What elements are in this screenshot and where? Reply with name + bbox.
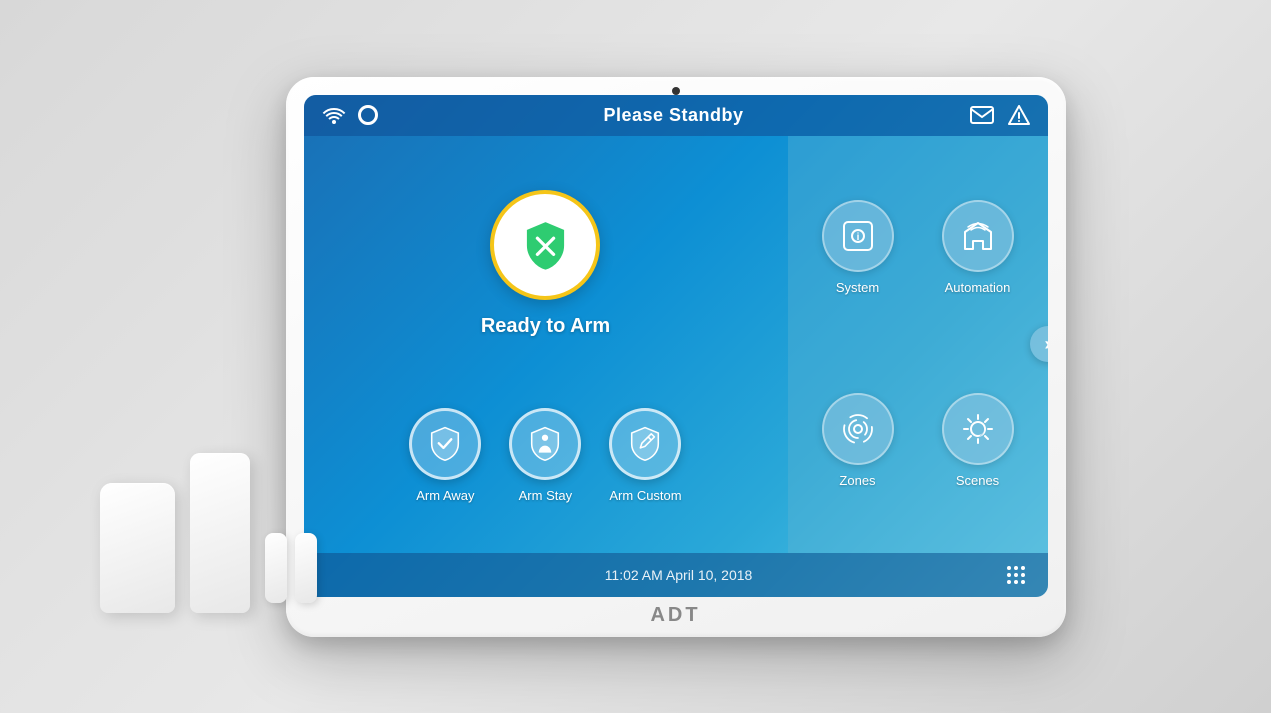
wifi-icon [322,106,346,124]
shield-status-icon [518,218,573,273]
arm-custom-label: Arm Custom [609,488,681,503]
zones-label: Zones [839,473,875,488]
arm-stay-label: Arm Stay [519,488,572,503]
automation-button[interactable]: Automation [928,200,1028,295]
automation-icon [961,219,995,253]
camera [672,87,680,95]
next-panel-button[interactable]: › [1030,326,1048,362]
zones-icon [840,411,876,447]
svg-text:i: i [856,232,859,243]
motion-sensor [100,483,175,613]
system-label: System [836,280,879,295]
status-icons-left [322,105,378,125]
arm-stay-icon [527,426,563,462]
zones-icon-circle [822,393,894,465]
adt-logo: ADT [650,604,700,627]
panel-body: Please Standby [286,77,1066,637]
bottom-bar: 11:02 AM April 10, 2018 [304,553,1048,597]
scenes-icon [960,411,996,447]
grid-icon[interactable] [1004,563,1028,587]
adt-panel: Please Standby [286,77,1066,637]
door-contacts [265,533,317,603]
quick-row-2: Zones [798,393,1038,488]
datetime-display: 11:02 AM April 10, 2018 [354,567,1004,583]
arm-away-circle [409,408,481,480]
touchscreen[interactable]: Please Standby [304,95,1048,597]
status-bar: Please Standby [304,95,1048,136]
status-title: Please Standby [603,105,743,126]
arm-away-button[interactable]: Arm Away [409,408,481,503]
main-content: Ready to Arm [304,136,1048,553]
arm-stay-circle [509,408,581,480]
ring-icon [358,105,378,125]
arm-buttons-row: Arm Away [409,408,681,503]
quick-row-1: i System [798,200,1038,295]
arm-away-label: Arm Away [416,488,474,503]
scenes-icon-circle [942,393,1014,465]
automation-icon-circle [942,200,1014,272]
hub-sensor [190,453,250,613]
ready-to-arm-section: Ready to Arm [481,190,610,338]
sensor-devices [100,453,317,613]
automation-label: Automation [945,280,1011,295]
system-icon-circle: i [822,200,894,272]
system-button[interactable]: i System [808,200,908,295]
arm-custom-circle [609,408,681,480]
arm-custom-icon [627,426,663,462]
quick-panel: i System [788,136,1048,553]
ready-label: Ready to Arm [481,315,610,338]
contact-sensor-1 [265,533,287,603]
arm-stay-button[interactable]: Arm Stay [509,408,581,503]
arm-away-icon [427,426,463,462]
scenes-label: Scenes [956,473,999,488]
system-icon: i [841,219,875,253]
warning-icon[interactable] [1008,105,1030,125]
arm-custom-button[interactable]: Arm Custom [609,408,681,503]
scenes-button[interactable]: Scenes [928,393,1028,488]
status-icons-right [970,105,1030,125]
contact-sensor-2 [295,533,317,603]
arm-panel: Ready to Arm [304,136,788,553]
scene: Please Standby [0,0,1271,713]
shield-status-button[interactable] [490,190,600,300]
zones-button[interactable]: Zones [808,393,908,488]
mail-icon[interactable] [970,106,994,124]
